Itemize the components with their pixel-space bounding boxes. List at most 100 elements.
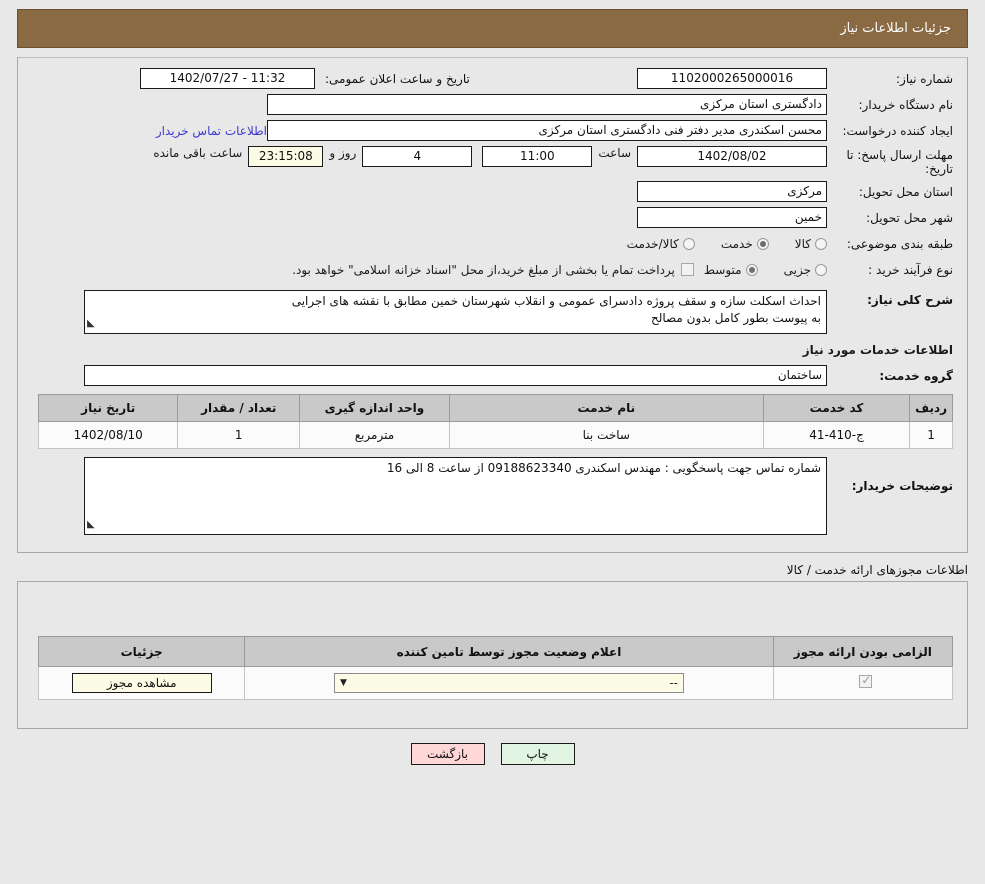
response-deadline-label: مهلت ارسال پاسخ: تا تاریخ:	[827, 146, 953, 176]
cell-permit-required	[772, 666, 954, 700]
remaining-clock-value: 23:15:08	[248, 146, 324, 167]
cell-row-index: 1	[909, 421, 953, 449]
response-deadline-label-line1: مهلت ارسال پاسخ: تا	[846, 148, 953, 162]
row-service-group: گروه خدمت: ساختمان	[32, 365, 953, 386]
radio-process-minor-label: جزیی	[783, 262, 811, 277]
buyer-notes-value: شماره تماس جهت پاسخگویی : مهندس اسکندری …	[386, 461, 821, 475]
page-title: جزئیات اطلاعات نیاز	[840, 21, 951, 36]
th-permit-required: الزامی بودن ارائه مجوز	[772, 636, 954, 667]
permits-panel: الزامی بودن ارائه مجوز اعلام وضعیت مجوز …	[17, 581, 968, 729]
service-group-label: گروه خدمت:	[879, 368, 953, 383]
radio-category-service-label: خدمت	[720, 236, 753, 251]
row-delivery-province: استان محل تحویل: مرکزی	[32, 181, 953, 202]
services-table-header-row: ردیف کد خدمت نام خدمت واحد اندازه گیری ت…	[37, 394, 953, 422]
resize-grip-icon[interactable]: ◢	[87, 315, 95, 332]
footer-actions: بازگشت چاپ	[0, 743, 985, 765]
row-general-description: شرح کلی نیاز: احداث اسکلت سازه و سقف پرو…	[32, 290, 953, 334]
remaining-days-value[interactable]: 4	[362, 146, 473, 167]
radio-category-goods-label: کالا	[794, 236, 811, 251]
buyer-notes-label: توضیحات خریدار:	[851, 479, 953, 493]
row-need-number: شماره نیاز: 1102000265000016 تاریخ و ساع…	[32, 68, 953, 89]
row-delivery-city: شهر محل تحویل: خمین	[32, 207, 953, 228]
need-number-value[interactable]: 1102000265000016	[637, 68, 827, 89]
view-permit-button[interactable]: مشاهده مجوز	[71, 673, 212, 693]
radio-process-medium[interactable]	[745, 263, 758, 276]
deadline-hour-label: ساعت	[598, 146, 631, 160]
table-row: 1 ج-410-41 ساخت بنا مترمربع 1 1402/08/10	[37, 421, 953, 449]
row-purchase-process: نوع فرآیند خرید : جزیی متوسط پرداخت تمام…	[32, 259, 953, 280]
chevron-down-icon: ▼	[339, 678, 347, 688]
response-deadline-label-line2: تاریخ:	[925, 162, 953, 176]
remaining-days-label: روز و	[329, 146, 357, 160]
print-button[interactable]: چاپ	[500, 743, 575, 765]
permits-table-header-row: الزامی بودن ارائه مجوز اعلام وضعیت مجوز …	[37, 636, 954, 667]
general-description-line1: احداث اسکلت سازه و سقف پروژه دادسرای عمو…	[291, 294, 821, 308]
deadline-date-value[interactable]: 1402/08/02	[637, 146, 827, 167]
row-response-deadline: مهلت ارسال پاسخ: تا تاریخ: 1402/08/02 سا…	[32, 146, 953, 176]
request-creator-label: ایجاد کننده درخواست:	[842, 123, 953, 138]
permit-status-select[interactable]: ▼ --	[333, 673, 684, 693]
delivery-province-value[interactable]: مرکزی	[637, 181, 827, 202]
islamic-treasury-checkbox[interactable]	[680, 263, 694, 276]
cell-permit-details: مشاهده مجوز	[37, 666, 246, 700]
buyer-org-value[interactable]: دادگستری استان مرکزی	[267, 94, 827, 115]
cell-quantity: 1	[177, 421, 301, 449]
radio-category-goods-service[interactable]	[682, 237, 695, 250]
purchase-process-radio-group: جزیی متوسط	[704, 263, 827, 277]
deadline-time-value[interactable]: 11:00	[482, 146, 593, 167]
delivery-city-label: شهر محل تحویل:	[866, 210, 953, 225]
subject-category-radio-group: کالا خدمت کالا/خدمت	[627, 237, 827, 251]
cell-need-date: 1402/08/10	[37, 421, 179, 449]
buyer-notes-textarea[interactable]: شماره تماس جهت پاسخگویی : مهندس اسکندری …	[84, 457, 827, 535]
back-button[interactable]: بازگشت	[410, 743, 485, 765]
row-buyer-org: نام دستگاه خریدار: دادگستری استان مرکزی	[32, 94, 953, 115]
radio-category-goods-service-label: کالا/خدمت	[626, 236, 679, 251]
islamic-treasury-note: پرداخت تمام یا بخشی از مبلغ خرید،از محل …	[292, 262, 675, 277]
delivery-city-value[interactable]: خمین	[637, 207, 827, 228]
permit-status-value: --	[669, 676, 678, 690]
th-unit: واحد اندازه گیری	[299, 394, 450, 422]
general-description-textarea[interactable]: احداث اسکلت سازه و سقف پروژه دادسرای عمو…	[84, 290, 827, 334]
th-permit-status: اعلام وضعیت مجوز توسط تامین کننده	[244, 636, 774, 667]
cell-unit: مترمربع	[299, 421, 450, 449]
th-service-code: کد خدمت	[762, 394, 911, 422]
need-number-label: شماره نیاز:	[896, 71, 953, 86]
services-table-wrap: ردیف کد خدمت نام خدمت واحد اندازه گیری ت…	[32, 394, 953, 449]
resize-grip-icon[interactable]: ◢	[87, 516, 95, 533]
row-buyer-notes: توضیحات خریدار: شماره تماس جهت پاسخگویی …	[32, 457, 953, 535]
announce-datetime-label: تاریخ و ساعت اعلان عمومی:	[325, 71, 470, 86]
cell-service-code: ج-410-41	[762, 421, 911, 449]
row-subject-category: طبقه بندی موضوعی: کالا خدمت کالا/خدمت	[32, 233, 953, 254]
radio-category-service[interactable]	[756, 237, 769, 250]
services-section-title: اطلاعات خدمات مورد نیاز	[802, 343, 953, 357]
cell-permit-status: ▼ --	[244, 666, 774, 700]
th-need-date: تاریخ نیاز	[37, 394, 179, 422]
page-header-band: جزئیات اطلاعات نیاز	[17, 9, 968, 48]
permit-required-checkbox	[859, 673, 873, 688]
remaining-suffix-label: ساعت باقی مانده	[153, 146, 243, 160]
delivery-province-label: استان محل تحویل:	[858, 184, 953, 199]
th-service-name: نام خدمت	[448, 394, 764, 422]
buyer-contact-link[interactable]: اطلاعات تماس خریدار	[148, 124, 267, 138]
permits-table: الزامی بودن ارائه مجوز اعلام وضعیت مجوز …	[37, 636, 954, 700]
radio-process-minor[interactable]	[815, 263, 827, 276]
th-permit-details: جزئیات	[37, 636, 246, 667]
general-description-line2: به پیوست بطور کامل بدون مصالح	[650, 311, 821, 325]
radio-process-medium-label: متوسط	[703, 262, 742, 277]
announce-datetime-value[interactable]: 11:32 - 1402/07/27	[140, 68, 315, 89]
purchase-process-label: نوع فرآیند خرید :	[868, 262, 953, 277]
buyer-org-label: نام دستگاه خریدار:	[858, 97, 954, 112]
permits-section-caption: اطلاعات مجوزهای ارائه خدمت / کالا	[786, 563, 968, 577]
subject-category-label: طبقه بندی موضوعی:	[846, 236, 953, 251]
service-group-value[interactable]: ساختمان	[84, 365, 827, 386]
need-details-panel: شماره نیاز: 1102000265000016 تاریخ و ساع…	[17, 57, 968, 553]
request-creator-value[interactable]: محسن اسکندری مدیر دفتر فنی دادگستری استا…	[267, 120, 827, 141]
row-request-creator: ایجاد کننده درخواست: محسن اسکندری مدیر د…	[32, 120, 953, 141]
general-description-label: شرح کلی نیاز:	[867, 293, 953, 307]
cell-service-name: ساخت بنا	[448, 421, 764, 449]
radio-category-goods[interactable]	[815, 237, 827, 250]
th-row-index: ردیف	[909, 394, 953, 422]
th-quantity: تعداد / مقدار	[177, 394, 301, 422]
table-row: ▼ -- مشاهده مجوز	[37, 666, 954, 700]
services-table: ردیف کد خدمت نام خدمت واحد اندازه گیری ت…	[37, 394, 953, 449]
